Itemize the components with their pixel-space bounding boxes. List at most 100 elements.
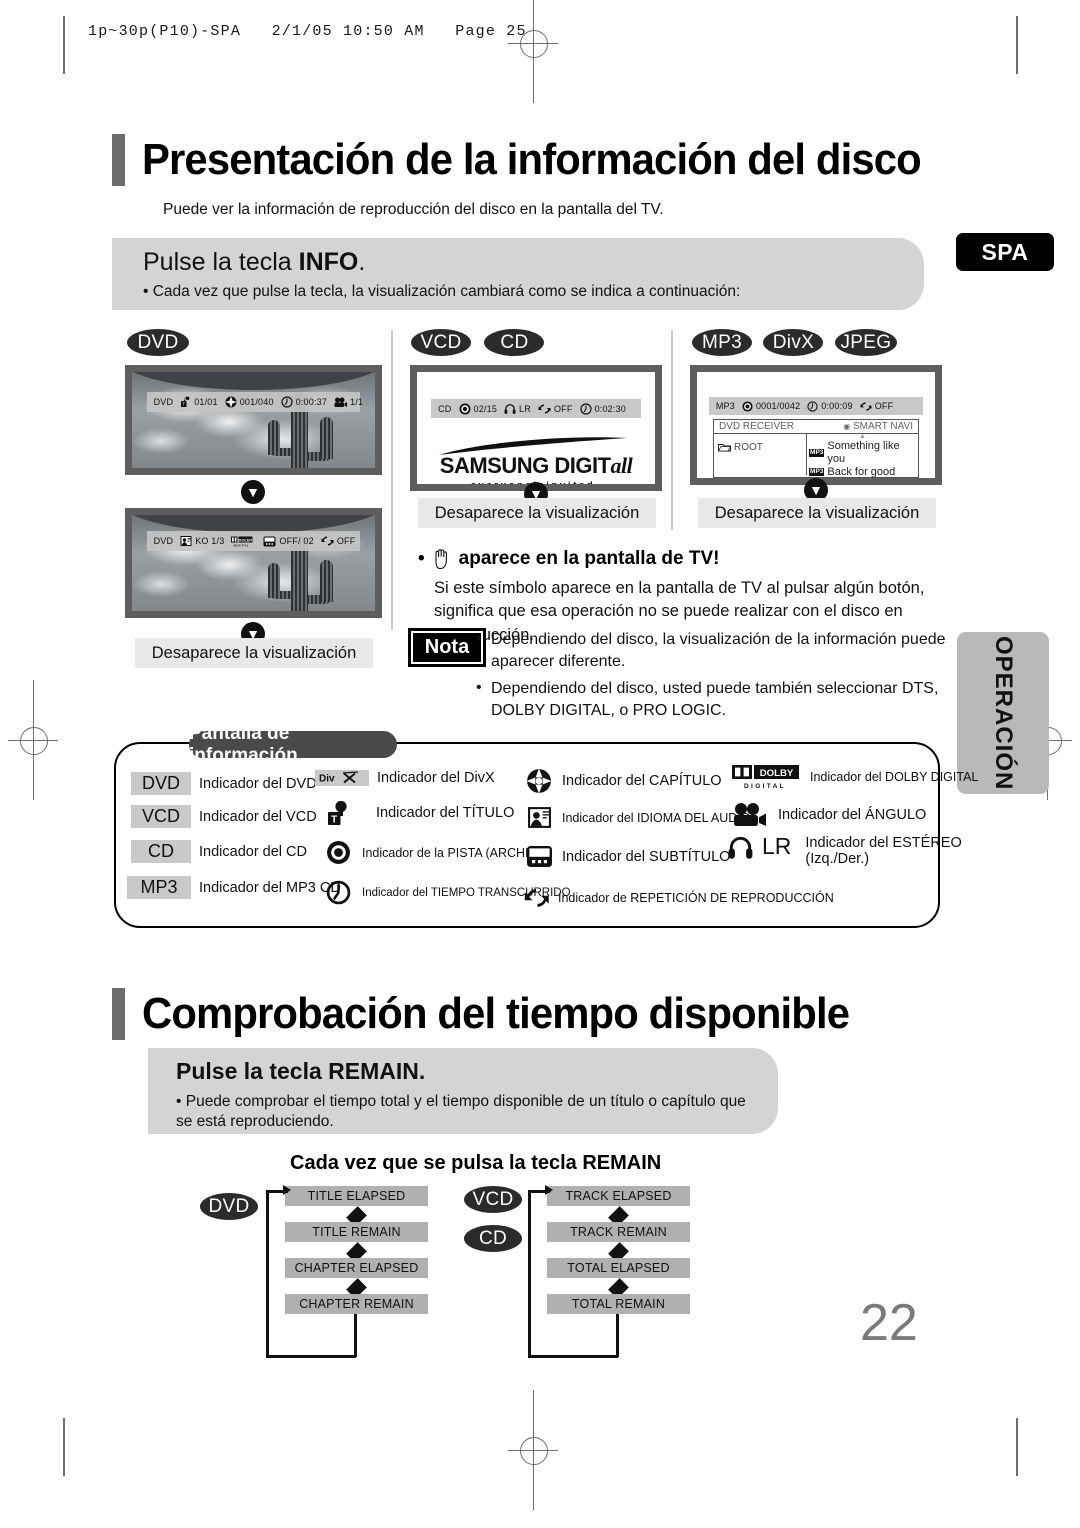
angle-icon <box>728 802 770 828</box>
elapsed-time-icon <box>579 402 592 415</box>
legend-label-title: Indicador del TÍTULO <box>376 805 515 821</box>
smart-navi-file-1[interactable]: Back for good <box>827 466 895 479</box>
crop-line-left-top <box>63 16 65 74</box>
elapsed-time-icon <box>281 396 293 408</box>
repeat-icon <box>321 535 334 547</box>
legend-title-label: Pantalla de información <box>189 722 298 766</box>
chapter-icon <box>524 768 554 794</box>
osd-item-subtitle: OFF/ 02 <box>263 536 314 547</box>
osd-item-disc-type-2: DVD <box>153 536 174 546</box>
print-slug-line: 1p~30p(P10)-SPA 2/1/05 10:50 AM Page 25 <box>88 23 527 40</box>
osd-item-disc-type: DVD <box>153 397 174 407</box>
caption-dvd: Desaparece la visualización <box>135 638 373 668</box>
legend-item-vcd: VCD Indicador del VCD <box>131 805 317 828</box>
nota-label: Nota <box>424 636 470 658</box>
osd-item-repeat-mp3: OFF <box>860 401 894 412</box>
flow-loop-cd-arrowhead <box>545 1185 553 1195</box>
legend-item-cd: CD Indicador del CD <box>131 840 307 863</box>
legend-label-dolby: Indicador del DOLBY DIGITAL <box>810 770 979 784</box>
samsung-logo: SAMSUNG DIGITall e v e r y o n e ' s i n… <box>422 435 650 484</box>
osd-item-elapsed-cd: 0:02:30 <box>579 402 626 415</box>
remain-flow-title: Cada vez que se pulsa la tecla REMAIN <box>290 1152 662 1174</box>
svg-text:Div: Div <box>319 774 335 785</box>
flow-step-cd-3: TOTAL REMAIN <box>547 1294 690 1314</box>
tv-screen-dvd-1: DVD T 01/01 001/040 0:00:37 1/1 <box>125 365 382 475</box>
legend-label-stereo: Indicador del ESTÉREO <box>805 835 962 851</box>
flow-pill-cd: CD <box>464 1225 522 1252</box>
repeat-icon <box>860 401 872 412</box>
info-panel-heading-prefix: Pulse la tecla <box>143 248 299 276</box>
tv-screen-cd: CD 02/15 LR OFF 0:02:30 SAMSUNG DIGITall <box>410 365 662 491</box>
audio-language-icon <box>524 805 554 830</box>
tv-screen-mp3: MP3 0001/0042 0:00:09 OFF DVD RECEIVER ◉… <box>690 365 942 485</box>
language-tag-spa: SPA <box>956 233 1054 271</box>
flow-loop-cd-bottom <box>528 1355 618 1358</box>
dvd-tag-icon: DVD <box>131 772 191 795</box>
registration-mark-left <box>8 680 58 800</box>
flow-step-cd-1: TRACK REMAIN <box>547 1222 690 1242</box>
disc-pill-cd: CD <box>484 329 545 356</box>
flow-arrow-dvd-1: ▼ <box>241 480 265 504</box>
smart-navi-panel: DVD RECEIVER ◉ SMART NAVI ROOT ▲ MP3 Som… <box>713 419 919 478</box>
legend-item-divx: Div Indicador del DivX <box>315 770 495 786</box>
section-heading-1: Presentación de la información del disco <box>112 134 962 186</box>
pill-group-dvd: DVD <box>127 329 189 356</box>
mp3-file-icon: MP3 <box>809 468 825 476</box>
legend-item-title: T Indicador del TÍTULO <box>322 800 514 826</box>
osd-bar-dvd-2: DVD KO 1/3 DOLBY DIGITAL OFF/ 02 OFF <box>146 531 361 551</box>
legend-title: Pantalla de información <box>189 723 397 766</box>
legend-label-divx: Indicador del DivX <box>377 770 495 786</box>
osd-item-disc-type-cd: CD <box>438 403 452 414</box>
info-panel-bullet: • Cada vez que pulse la tecla, la visual… <box>143 283 741 300</box>
stereo-icon <box>728 835 754 860</box>
tv-screen-dvd-2: DVD KO 1/3 DOLBY DIGITAL OFF/ 02 OFF <box>125 508 382 618</box>
section-heading-2: Comprobación del tiempo disponible <box>112 988 886 1040</box>
legend-item-track: Indicador de la PISTA (ARCHIVO) <box>322 840 551 865</box>
legend-label-subtitle: Indicador del SUBTÍTULO <box>562 848 731 865</box>
legend-label-chapter: Indicador del CAPÍTULO <box>562 773 722 789</box>
folder-icon <box>717 442 732 452</box>
smart-navi-filelist[interactable]: ▲ MP3 Something like you MP3 Back for go… <box>806 433 918 478</box>
svg-text:DIGITAL: DIGITAL <box>234 543 250 547</box>
elapsed-time-icon <box>322 880 354 905</box>
title-icon: T <box>322 800 354 826</box>
flow-step-dvd-3: CHAPTER REMAIN <box>285 1294 428 1314</box>
legend-label-vcd: Indicador del VCD <box>199 808 317 825</box>
info-panel-heading-key: INFO <box>298 248 359 276</box>
crop-line-left-bottom <box>63 1418 65 1476</box>
hand-note-heading: • aparece en la pantalla de TV! <box>418 548 720 570</box>
repeat-icon <box>538 403 551 415</box>
flow-step-cd-2: TOTAL ELAPSED <box>547 1258 690 1278</box>
caption-cd: Desaparece la visualización <box>418 498 656 528</box>
column-divider-2 <box>671 330 673 530</box>
osd-item-repeat-cd: OFF <box>538 403 573 415</box>
osd-item-elapsed-mp3: 0:00:09 <box>807 400 853 412</box>
audio-language-icon <box>180 535 192 547</box>
pill-group-mp3: MP3 DivX JPEG <box>692 329 897 356</box>
dolby-digital-icon: DOLBY DIGITAL <box>732 764 802 790</box>
crop-line-right-top <box>1016 16 1018 74</box>
svg-text:DIGITAL: DIGITAL <box>744 783 786 790</box>
nota-item-1: Dependiendo del disco, usted puede tambi… <box>476 677 946 721</box>
smart-navi-tree[interactable]: ROOT <box>714 434 806 475</box>
section-title-1: Presentación de la información del disco <box>142 135 922 184</box>
heading-accent-bar <box>112 134 125 186</box>
disc-pill-vcd: VCD <box>411 329 471 356</box>
track-icon <box>322 840 354 865</box>
remain-panel-heading: Pulse la tecla REMAIN. <box>176 1058 426 1084</box>
divx-icon: Div <box>315 770 369 786</box>
legend-label-cd: Indicador del CD <box>199 843 307 860</box>
column-divider-1 <box>391 330 393 630</box>
dolby-digital-icon: DOLBY DIGITAL <box>231 536 253 547</box>
flow-step-dvd-2: CHAPTER ELAPSED <box>285 1258 428 1278</box>
stereo-lr-label: LR <box>762 833 792 859</box>
legend-label-audio-language: Indicador del IDIOMA DEL AUDIO <box>562 810 751 825</box>
side-tab-label: OPERACIÓN <box>990 635 1017 791</box>
legend-label-dvd: Indicador del DVD <box>199 775 317 792</box>
svg-text:DOLBY: DOLBY <box>760 768 794 779</box>
subtitle-icon <box>524 845 554 868</box>
smart-navi-file-0[interactable]: Something like you <box>827 440 916 466</box>
mp3-file-icon: MP3 <box>809 448 825 457</box>
legend-item-dvd: DVD Indicador del DVD <box>131 772 317 795</box>
osd-item-repeat: OFF <box>321 535 356 547</box>
